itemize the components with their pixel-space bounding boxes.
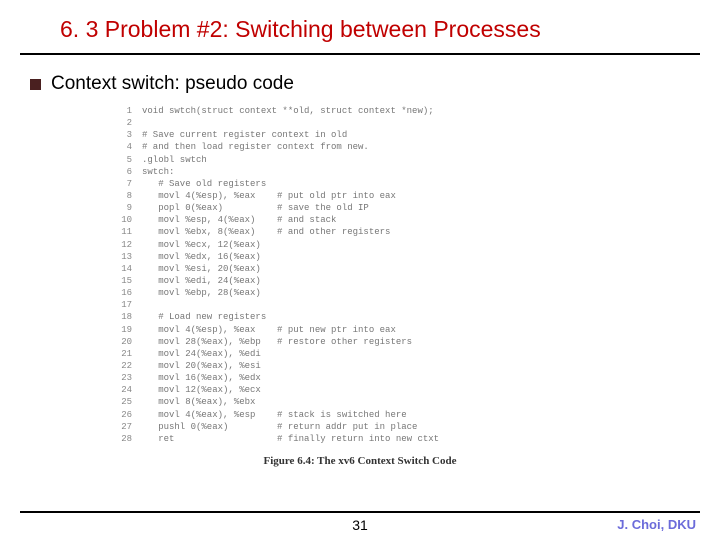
code-line: 20 movl 28(%eax), %ebp # restore other r… xyxy=(120,336,690,348)
author-label: J. Choi, DKU xyxy=(617,517,696,532)
line-number: 24 xyxy=(120,384,142,396)
line-number: 17 xyxy=(120,299,142,311)
code-line: 9 popl 0(%eax) # save the old IP xyxy=(120,202,690,214)
code-line: 19 movl 4(%esp), %eax # put new ptr into… xyxy=(120,324,690,336)
line-number: 12 xyxy=(120,239,142,251)
line-number: 15 xyxy=(120,275,142,287)
code-text: # Save current register context in old xyxy=(142,129,690,141)
code-text: swtch: xyxy=(142,166,690,178)
code-line: 1void swtch(struct context **old, struct… xyxy=(120,105,690,117)
code-text: movl 12(%eax), %ecx xyxy=(142,384,690,396)
code-line: 23 movl 16(%eax), %edx xyxy=(120,372,690,384)
line-number: 16 xyxy=(120,287,142,299)
code-text: movl %esp, 4(%eax) # and stack xyxy=(142,214,690,226)
line-number: 7 xyxy=(120,178,142,190)
footer: 31 J. Choi, DKU xyxy=(0,511,720,532)
code-text: movl %ebx, 8(%eax) # and other registers xyxy=(142,226,690,238)
line-number: 5 xyxy=(120,154,142,166)
code-text: movl %edi, 24(%eax) xyxy=(142,275,690,287)
code-text: movl 4(%esp), %eax # put old ptr into ea… xyxy=(142,190,690,202)
code-text: movl 8(%eax), %ebx xyxy=(142,396,690,408)
code-line: 10 movl %esp, 4(%eax) # and stack xyxy=(120,214,690,226)
line-number: 19 xyxy=(120,324,142,336)
line-number: 27 xyxy=(120,421,142,433)
code-line: 21 movl 24(%eax), %edi xyxy=(120,348,690,360)
figure-caption-text: The xv6 Context Switch Code xyxy=(317,455,456,467)
code-text xyxy=(142,117,690,129)
code-text: .globl swtch xyxy=(142,154,690,166)
code-listing: 1void swtch(struct context **old, struct… xyxy=(120,105,690,445)
code-text: movl 16(%eax), %edx xyxy=(142,372,690,384)
code-text: void swtch(struct context **old, struct … xyxy=(142,105,690,117)
code-text: movl %ecx, 12(%eax) xyxy=(142,239,690,251)
code-line: 26 movl 4(%eax), %esp # stack is switche… xyxy=(120,409,690,421)
code-text: # Load new registers xyxy=(142,311,690,323)
bullet-item: Context switch: pseudo code xyxy=(30,73,690,95)
line-number: 28 xyxy=(120,433,142,445)
code-line: 11 movl %ebx, 8(%eax) # and other regist… xyxy=(120,226,690,238)
line-number: 23 xyxy=(120,372,142,384)
code-line: 17 xyxy=(120,299,690,311)
code-line: 3# Save current register context in old xyxy=(120,129,690,141)
code-text: movl 20(%eax), %esi xyxy=(142,360,690,372)
code-line: 7 # Save old registers xyxy=(120,178,690,190)
line-number: 10 xyxy=(120,214,142,226)
code-text: movl 4(%esp), %eax # put new ptr into ea… xyxy=(142,324,690,336)
code-line: 16 movl %ebp, 28(%eax) xyxy=(120,287,690,299)
code-line: 18 # Load new registers xyxy=(120,311,690,323)
code-line: 27 pushl 0(%eax) # return addr put in pl… xyxy=(120,421,690,433)
code-text: pushl 0(%eax) # return addr put in place xyxy=(142,421,690,433)
line-number: 11 xyxy=(120,226,142,238)
line-number: 22 xyxy=(120,360,142,372)
line-number: 26 xyxy=(120,409,142,421)
code-line: 8 movl 4(%esp), %eax # put old ptr into … xyxy=(120,190,690,202)
line-number: 13 xyxy=(120,251,142,263)
line-number: 18 xyxy=(120,311,142,323)
code-text: movl %ebp, 28(%eax) xyxy=(142,287,690,299)
line-number: 21 xyxy=(120,348,142,360)
line-number: 3 xyxy=(120,129,142,141)
code-text xyxy=(142,299,690,311)
footer-divider xyxy=(20,511,700,513)
line-number: 4 xyxy=(120,141,142,153)
code-text: movl %esi, 20(%eax) xyxy=(142,263,690,275)
code-line: 4# and then load register context from n… xyxy=(120,141,690,153)
code-line: 28 ret # finally return into new ctxt xyxy=(120,433,690,445)
line-number: 20 xyxy=(120,336,142,348)
code-line: 6swtch: xyxy=(120,166,690,178)
code-text: # Save old registers xyxy=(142,178,690,190)
code-text: popl 0(%eax) # save the old IP xyxy=(142,202,690,214)
code-line: 12 movl %ecx, 12(%eax) xyxy=(120,239,690,251)
page-number: 31 xyxy=(352,517,368,533)
code-line: 22 movl 20(%eax), %esi xyxy=(120,360,690,372)
line-number: 8 xyxy=(120,190,142,202)
code-line: 14 movl %esi, 20(%eax) xyxy=(120,263,690,275)
line-number: 9 xyxy=(120,202,142,214)
code-line: 25 movl 8(%eax), %ebx xyxy=(120,396,690,408)
code-text: movl 4(%eax), %esp # stack is switched h… xyxy=(142,409,690,421)
line-number: 6 xyxy=(120,166,142,178)
line-number: 1 xyxy=(120,105,142,117)
code-line: 13 movl %edx, 16(%eax) xyxy=(120,251,690,263)
bullet-text: Context switch: pseudo code xyxy=(51,73,294,95)
code-text: movl 28(%eax), %ebp # restore other regi… xyxy=(142,336,690,348)
code-text: movl 24(%eax), %edi xyxy=(142,348,690,360)
code-line: 2 xyxy=(120,117,690,129)
figure-caption: Figure 6.4: The xv6 Context Switch Code xyxy=(30,455,690,467)
code-line: 15 movl %edi, 24(%eax) xyxy=(120,275,690,287)
line-number: 2 xyxy=(120,117,142,129)
line-number: 25 xyxy=(120,396,142,408)
line-number: 14 xyxy=(120,263,142,275)
square-bullet-icon xyxy=(30,79,41,90)
code-line: 5.globl swtch xyxy=(120,154,690,166)
slide-title: 6. 3 Problem #2: Switching between Proce… xyxy=(60,16,690,43)
code-line: 24 movl 12(%eax), %ecx xyxy=(120,384,690,396)
code-text: ret # finally return into new ctxt xyxy=(142,433,690,445)
code-text: # and then load register context from ne… xyxy=(142,141,690,153)
figure-label: Figure 6.4: xyxy=(263,455,317,467)
code-text: movl %edx, 16(%eax) xyxy=(142,251,690,263)
